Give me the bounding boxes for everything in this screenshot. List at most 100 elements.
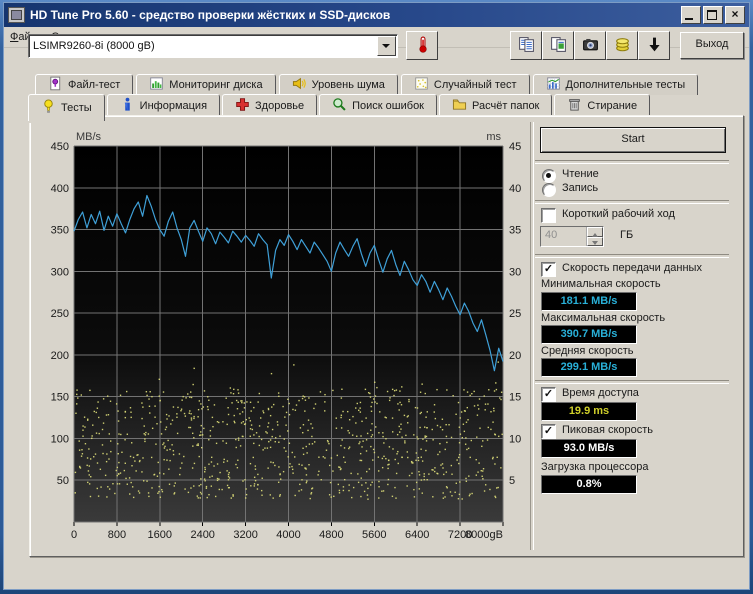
svg-text:20: 20 bbox=[509, 350, 521, 362]
erase-icon bbox=[567, 97, 582, 115]
transfer-rate-label[interactable]: Скорость передачи данных bbox=[562, 262, 702, 274]
tests-icon bbox=[41, 99, 56, 117]
divider bbox=[535, 160, 729, 164]
svg-text:400: 400 bbox=[51, 183, 69, 195]
benchmark-chart-svg: 0 800 1600 2400 3200 4000 4800 5600 6400 72008000… bbox=[51, 131, 522, 541]
close-icon: × bbox=[731, 7, 739, 21]
copy-text-button[interactable] bbox=[510, 31, 542, 60]
screenshot-button[interactable] bbox=[574, 31, 606, 60]
tab-disk-monitor[interactable]: Мониторинг диска bbox=[136, 74, 276, 95]
temperature-button[interactable] bbox=[406, 31, 438, 60]
burst-rate-checkbox[interactable] bbox=[541, 424, 556, 439]
tab-erase[interactable]: Стирание bbox=[554, 94, 651, 116]
svg-text:350: 350 bbox=[51, 225, 69, 237]
folder-usage-icon bbox=[452, 97, 467, 115]
tab-label: Мониторинг диска bbox=[169, 79, 263, 91]
cpu-usage-value: 0.8% bbox=[541, 475, 637, 494]
tab-label: Случайный тест bbox=[433, 79, 517, 91]
tab-label: Поиск ошибок bbox=[352, 99, 424, 112]
cpu-usage-label: Загрузка процессора bbox=[541, 461, 649, 473]
svg-text:4800: 4800 bbox=[319, 529, 343, 541]
divider bbox=[535, 200, 729, 204]
tab-label: Уровень шума bbox=[311, 79, 385, 91]
read-radio[interactable] bbox=[542, 169, 556, 183]
close-button[interactable]: × bbox=[725, 6, 745, 24]
tab-extra-tests[interactable]: Дополнительные тесты bbox=[532, 74, 699, 95]
short-stroke-size-stepper[interactable]: 40 bbox=[540, 226, 604, 247]
chevron-down-icon[interactable] bbox=[377, 36, 396, 56]
min-speed-value: 181.1 MB/s bbox=[541, 292, 637, 311]
short-stroke-checkbox[interactable] bbox=[541, 208, 556, 223]
svg-text:45: 45 bbox=[509, 141, 521, 153]
max-speed-value: 390.7 MB/s bbox=[541, 325, 637, 344]
access-time-value: 19.9 ms bbox=[541, 402, 637, 421]
random-test-icon bbox=[414, 76, 429, 94]
copy-image-button[interactable] bbox=[542, 31, 574, 60]
svg-text:4000: 4000 bbox=[276, 529, 300, 541]
svg-text:200: 200 bbox=[51, 350, 69, 362]
save-results-button[interactable] bbox=[606, 31, 638, 60]
extra-tests-icon bbox=[546, 76, 561, 94]
svg-text:35: 35 bbox=[509, 225, 521, 237]
tab-error-scan[interactable]: Поиск ошибок bbox=[319, 94, 437, 116]
svg-text:450: 450 bbox=[51, 141, 69, 153]
info-icon bbox=[120, 97, 135, 115]
svg-text:300: 300 bbox=[51, 266, 69, 278]
tab-label: Тесты bbox=[61, 102, 92, 114]
drive-select-value: LSIMR9260-8i (8000 gB) bbox=[33, 40, 155, 52]
thermometer-icon bbox=[414, 36, 431, 56]
access-time-label[interactable]: Время доступа bbox=[562, 387, 639, 399]
down-arrow-icon bbox=[646, 36, 663, 56]
start-button[interactable]: Start bbox=[540, 127, 726, 153]
tab-file-test[interactable]: Файл-тест bbox=[35, 74, 134, 95]
svg-text:8000gB: 8000gB bbox=[465, 529, 503, 541]
burst-rate-label[interactable]: Пиковая скорость bbox=[562, 424, 653, 436]
write-radio[interactable] bbox=[542, 183, 556, 197]
tab-label: Здоровье bbox=[255, 99, 305, 112]
window-title: HD Tune Pro 5.60 - средство проверки жёс… bbox=[30, 8, 391, 22]
avg-speed-label: Средняя скорость bbox=[541, 345, 634, 357]
tab-information[interactable]: Информация bbox=[106, 94, 221, 116]
drive-select[interactable]: LSIMR9260-8i (8000 gB) bbox=[28, 34, 398, 58]
transfer-rate-checkbox[interactable] bbox=[541, 262, 556, 277]
minimize-icon bbox=[685, 18, 693, 20]
tab-folder-usage[interactable]: Расчёт папок bbox=[439, 94, 553, 116]
svg-text:250: 250 bbox=[51, 308, 69, 320]
exit-button[interactable]: Выход bbox=[680, 32, 744, 59]
max-speed-label: Максимальная скорость bbox=[541, 312, 666, 324]
tab-health[interactable]: Здоровье bbox=[222, 94, 318, 116]
save-icon bbox=[614, 36, 631, 56]
svg-text:6400: 6400 bbox=[405, 529, 429, 541]
svg-text:2400: 2400 bbox=[190, 529, 214, 541]
file-test-icon bbox=[48, 76, 63, 94]
stepper-down-icon[interactable] bbox=[587, 236, 603, 246]
access-time-checkbox[interactable] bbox=[541, 387, 556, 402]
export-button[interactable] bbox=[638, 31, 670, 60]
svg-text:10: 10 bbox=[509, 433, 521, 445]
tab-label: Файл-тест bbox=[68, 79, 121, 91]
short-stroke-unit-label: ГБ bbox=[620, 229, 634, 241]
write-radio-label[interactable]: Запись bbox=[562, 182, 598, 194]
tab-label: Расчёт папок bbox=[472, 99, 540, 112]
benchmark-chart: 0 800 1600 2400 3200 4000 4800 5600 6400 7200 8000… bbox=[38, 126, 543, 550]
min-speed-label: Минимальная скорость bbox=[541, 278, 661, 290]
minimize-button[interactable] bbox=[681, 6, 701, 24]
short-stroke-label[interactable]: Короткий рабочий ход bbox=[562, 208, 675, 220]
svg-text:15: 15 bbox=[509, 392, 521, 404]
tests-tab-panel: 0 800 1600 2400 3200 4000 4800 5600 6400 7200 8000… bbox=[29, 115, 744, 557]
svg-text:30: 30 bbox=[509, 266, 521, 278]
svg-text:MB/s: MB/s bbox=[76, 131, 102, 143]
tab-random-test[interactable]: Случайный тест bbox=[400, 74, 530, 95]
title-bar: HD Tune Pro 5.60 - средство проверки жёс… bbox=[4, 3, 749, 27]
svg-text:100: 100 bbox=[51, 433, 69, 445]
stepper-up-icon[interactable] bbox=[587, 227, 603, 237]
maximize-icon bbox=[707, 10, 717, 20]
maximize-button[interactable] bbox=[703, 6, 723, 24]
svg-text:50: 50 bbox=[57, 475, 69, 487]
copy-image-icon bbox=[550, 36, 567, 56]
tab-noise-level[interactable]: Уровень шума bbox=[278, 74, 398, 95]
tab-tests[interactable]: Тесты bbox=[28, 94, 105, 121]
read-radio-label[interactable]: Чтение bbox=[562, 168, 599, 180]
app-icon bbox=[8, 7, 25, 23]
tab-label: Информация bbox=[139, 99, 208, 112]
